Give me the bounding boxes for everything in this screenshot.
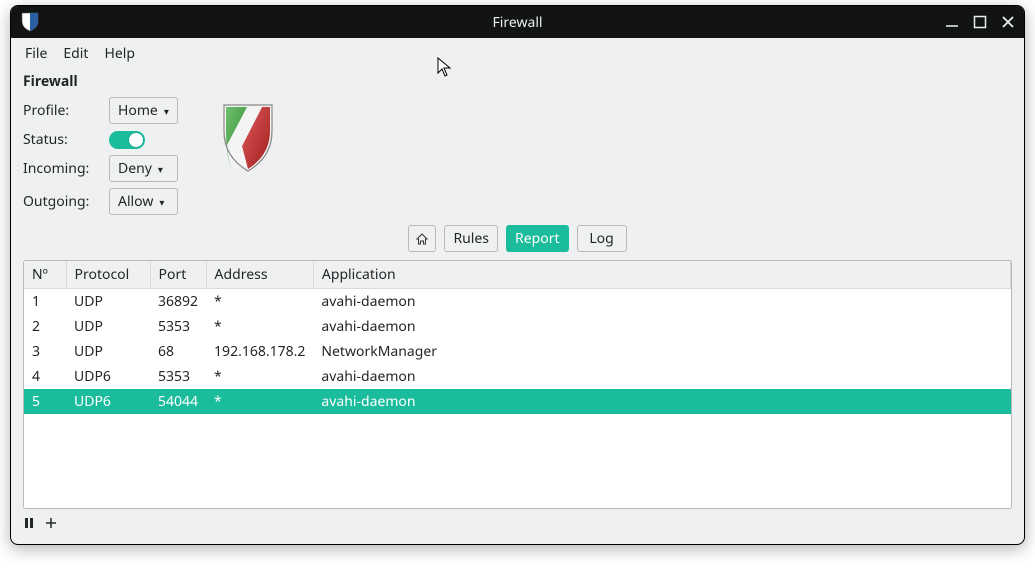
col-number[interactable]: Nº [24,261,66,289]
cell-application: NetworkManager [313,339,1010,364]
home-button[interactable] [408,225,436,252]
table-row[interactable]: 1UDP36892*avahi-daemon [24,289,1011,315]
cell-port: 36892 [150,289,206,315]
window-title: Firewall [492,13,542,32]
plus-icon [45,517,57,529]
incoming-value: Deny [118,159,152,178]
rules-tab[interactable]: Rules [444,225,498,252]
cell-application: avahi-daemon [313,364,1010,389]
col-port[interactable]: Port [150,261,206,289]
shield-icon [218,97,278,182]
outgoing-select[interactable]: Allow ▾ [109,188,178,215]
menubar: File Edit Help [11,38,1024,68]
cell-protocol: UDP [66,314,150,339]
menu-help[interactable]: Help [98,40,141,67]
caret-down-icon: ▾ [164,104,169,118]
table-header-row: Nº Protocol Port Address Application [24,261,1011,289]
status-label: Status: [23,130,68,149]
status-toggle[interactable] [109,131,145,149]
minimize-button[interactable] [944,14,960,30]
cell-protocol: UDP [66,339,150,364]
cell-address: * [206,389,313,414]
col-address[interactable]: Address [206,261,313,289]
table-row[interactable]: 3UDP68192.168.178.2NetworkManager [24,339,1011,364]
close-button[interactable] [1000,14,1016,30]
cell-application: avahi-daemon [313,389,1010,414]
incoming-label: Incoming: [23,159,89,178]
cell-protocol: UDP6 [66,389,150,414]
profile-select[interactable]: Home ▾ [109,97,178,124]
cell-port: 5353 [150,314,206,339]
table-row[interactable]: 2UDP5353*avahi-daemon [24,314,1011,339]
table-row[interactable]: 5UDP654044*avahi-daemon [24,389,1011,414]
cell-n: 5 [24,389,66,414]
col-protocol[interactable]: Protocol [66,261,150,289]
report-table: Nº Protocol Port Address Application 1UD… [24,261,1011,414]
cell-address: * [206,364,313,389]
log-tab[interactable]: Log [577,225,627,252]
maximize-button[interactable] [972,14,988,30]
app-window: Firewall File Edit Help Firewall Profile… [10,5,1025,545]
titlebar[interactable]: Firewall [11,6,1024,38]
outgoing-label: Outgoing: [23,192,89,211]
cell-port: 5353 [150,364,206,389]
cell-port: 68 [150,339,206,364]
cell-n: 3 [24,339,66,364]
cell-address: * [206,314,313,339]
cell-n: 4 [24,364,66,389]
section-title: Firewall [11,68,1024,93]
cell-application: avahi-daemon [313,314,1010,339]
home-icon [415,232,429,246]
cell-n: 2 [24,314,66,339]
cell-port: 54044 [150,389,206,414]
cell-address: 192.168.178.2 [206,339,313,364]
caret-down-icon: ▾ [158,162,163,176]
report-table-container: Nº Protocol Port Address Application 1UD… [23,260,1012,509]
menu-edit[interactable]: Edit [57,40,94,67]
cell-n: 1 [24,289,66,315]
window-controls [944,14,1016,30]
pause-button[interactable] [23,515,35,534]
settings-area: Profile: Home ▾ Status: Incoming: Deny ▾… [11,93,1024,215]
cell-protocol: UDP6 [66,364,150,389]
profile-value: Home [118,101,158,120]
profile-label: Profile: [23,101,69,120]
settings-grid: Profile: Home ▾ Status: Incoming: Deny ▾… [23,97,178,215]
menu-file[interactable]: File [19,40,53,67]
view-toolbar: Rules Report Log [11,215,1024,260]
pause-icon [23,517,35,529]
col-application[interactable]: Application [313,261,1010,289]
caret-down-icon: ▾ [159,195,164,209]
report-tab[interactable]: Report [506,225,569,252]
footer-toolbar [11,509,1024,544]
outgoing-value: Allow [118,192,153,211]
cell-application: avahi-daemon [313,289,1010,315]
cell-protocol: UDP [66,289,150,315]
app-icon [19,11,41,33]
table-row[interactable]: 4UDP65353*avahi-daemon [24,364,1011,389]
cell-address: * [206,289,313,315]
incoming-select[interactable]: Deny ▾ [109,155,178,182]
add-button[interactable] [45,515,57,534]
